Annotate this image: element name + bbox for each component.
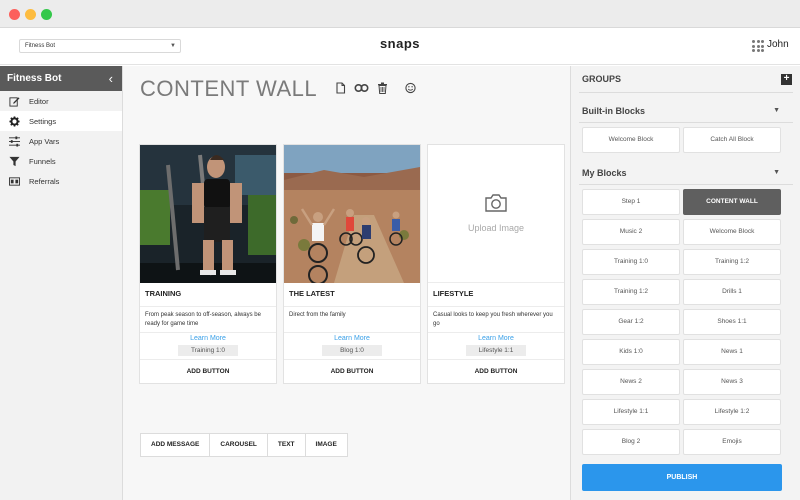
sidebar-item-label: Editor — [29, 96, 49, 106]
builtin-blocks-heading: Built-in Blocks — [582, 106, 646, 116]
my-block[interactable]: News 3 — [683, 369, 781, 395]
builtin-block[interactable]: Catch All Block — [683, 127, 781, 153]
trash-icon[interactable] — [377, 82, 388, 94]
bot-selector-dropdown[interactable]: Fitness Bot ▼ — [19, 39, 181, 53]
referrals-icon — [8, 176, 20, 187]
upload-image-area[interactable]: Upload Image — [428, 145, 564, 283]
upload-image-label: Upload Image — [467, 223, 525, 233]
my-block[interactable]: Step 1 — [582, 189, 680, 215]
my-block[interactable]: Training 1:0 — [582, 249, 680, 275]
edit-icon — [8, 96, 20, 107]
sidebar-item-referrals[interactable]: Referrals — [0, 171, 122, 191]
my-block[interactable]: Gear 1:2 — [582, 309, 680, 335]
content-card-training[interactable]: TRAINING From peak season to off-season,… — [139, 144, 277, 384]
funnel-icon — [8, 156, 20, 167]
sidebar-item-label: Settings — [29, 116, 57, 126]
builtin-block[interactable]: Welcome Block — [582, 127, 680, 153]
sidebar-item-editor[interactable]: Editor — [0, 91, 122, 111]
add-button[interactable]: ADD BUTTON — [140, 359, 276, 383]
minimize-window-button[interactable] — [25, 9, 36, 20]
chevron-down-icon[interactable]: ▼ — [773, 169, 780, 176]
user-menu[interactable]: John — [767, 39, 789, 50]
window-titlebar — [0, 0, 800, 28]
card-description[interactable]: Direct from the family — [284, 307, 420, 333]
sidebar-item-label: Funnels — [29, 156, 56, 166]
my-block[interactable]: Drills 1 — [683, 279, 781, 305]
content-card-lifestyle[interactable]: Upload Image LIFESTYLE Casual looks to k… — [427, 144, 565, 384]
maximize-window-button[interactable] — [41, 9, 52, 20]
learn-more-link[interactable]: Learn More — [140, 333, 276, 345]
block-tag[interactable]: Training 1:0 — [178, 345, 238, 356]
sidebar-item-label: App Vars — [29, 136, 60, 146]
my-block[interactable]: Shoes 1:1 — [683, 309, 781, 335]
left-sidebar: Fitness Bot ‹ Editor Settings App Vars F… — [0, 66, 123, 500]
camera-icon — [485, 194, 507, 212]
card-title[interactable]: THE LATEST — [284, 283, 420, 307]
image-button[interactable]: IMAGE — [306, 434, 347, 456]
content-canvas: CONTENT WALL TRAINING From peak season t… — [123, 66, 570, 500]
app-header: Fitness Bot ▼ snaps John — [0, 28, 800, 65]
carousel-button[interactable]: CAROUSEL — [210, 434, 268, 456]
divider — [579, 92, 793, 93]
card-title[interactable]: TRAINING — [140, 283, 276, 307]
blocks-panel: GROUPS + Built-in Blocks ▼ Welcome Block… — [570, 66, 800, 500]
content-card-latest[interactable]: THE LATEST Direct from the family Learn … — [283, 144, 421, 384]
close-window-button[interactable] — [9, 9, 20, 20]
sidebar-item-settings[interactable]: Settings — [0, 111, 122, 131]
link-icon[interactable] — [354, 82, 369, 94]
block-tag[interactable]: Blog 1:0 — [322, 345, 382, 356]
my-block[interactable]: Welcome Block — [683, 219, 781, 245]
cyclists-photo — [284, 145, 420, 283]
chevron-down-icon: ▼ — [170, 43, 176, 49]
my-block[interactable]: News 2 — [582, 369, 680, 395]
learn-more-link[interactable]: Learn More — [284, 333, 420, 345]
my-block[interactable]: Training 1:2 — [582, 279, 680, 305]
groups-heading: GROUPS — [582, 74, 622, 84]
collapse-sidebar-icon[interactable]: ‹ — [109, 66, 113, 91]
divider — [579, 184, 793, 185]
block-tag[interactable]: Lifestyle 1:1 — [466, 345, 526, 356]
card-description[interactable]: From peak season to off-season, always b… — [140, 307, 276, 333]
sidebar-item-app-vars[interactable]: App Vars — [0, 131, 122, 151]
sidebar-title: Fitness Bot — [7, 73, 62, 84]
my-block[interactable]: Emojis — [683, 429, 781, 455]
sliders-icon — [8, 135, 20, 147]
copy-icon[interactable] — [335, 82, 346, 94]
bot-selector-value: Fitness Bot — [25, 43, 56, 49]
add-button[interactable]: ADD BUTTON — [284, 359, 420, 383]
card-description[interactable]: Casual looks to keep you fresh wherever … — [428, 307, 564, 333]
text-button[interactable]: TEXT — [268, 434, 306, 456]
title-actions — [335, 82, 424, 94]
my-block[interactable]: Kids 1:0 — [582, 339, 680, 365]
divider — [579, 122, 793, 123]
gym-photo — [140, 145, 276, 283]
page-title: CONTENT WALL — [140, 76, 318, 101]
sidebar-item-funnels[interactable]: Funnels — [0, 151, 122, 171]
sidebar-item-label: Referrals — [29, 176, 60, 186]
apps-grid-icon[interactable] — [752, 40, 764, 52]
gear-icon — [8, 115, 20, 127]
card-image-cyclists[interactable] — [284, 145, 420, 283]
chevron-down-icon[interactable]: ▼ — [773, 107, 780, 114]
add-button[interactable]: ADD BUTTON — [428, 359, 564, 383]
card-image-gym[interactable] — [140, 145, 276, 283]
add-message-button[interactable]: ADD MESSAGE — [141, 434, 211, 456]
my-block[interactable]: Lifestyle 1:2 — [683, 399, 781, 425]
learn-more-link[interactable]: Learn More — [428, 333, 564, 345]
my-block[interactable]: Training 1:2 — [683, 249, 781, 275]
my-blocks-heading: My Blocks — [582, 168, 627, 178]
add-content-toolbar: ADD MESSAGE CAROUSEL TEXT IMAGE — [140, 433, 348, 457]
my-block[interactable]: Music 2 — [582, 219, 680, 245]
emoji-icon[interactable] — [405, 82, 416, 94]
publish-button[interactable]: PUBLISH — [582, 464, 782, 491]
sidebar-header: Fitness Bot ‹ — [0, 66, 122, 91]
my-block[interactable]: Lifestyle 1:1 — [582, 399, 680, 425]
add-group-icon[interactable]: + — [781, 74, 792, 85]
card-title[interactable]: LIFESTYLE — [428, 283, 564, 307]
my-block[interactable]: News 1 — [683, 339, 781, 365]
my-block-selected[interactable]: CONTENT WALL — [683, 189, 781, 215]
my-block[interactable]: Blog 2 — [582, 429, 680, 455]
